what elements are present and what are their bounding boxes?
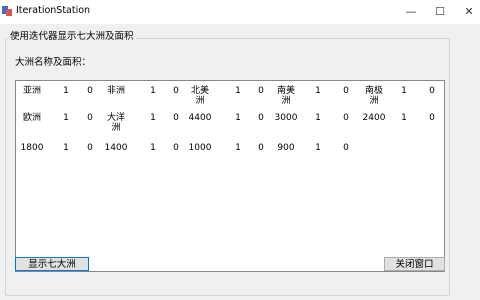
output-cell: 1 [235, 143, 241, 153]
output-cell: 1 [150, 113, 156, 123]
maximize-button[interactable]: ☐ [424, 0, 456, 24]
group-title: 使用迭代器显示七大洲及面积 [8, 28, 136, 42]
close-button[interactable]: 关闭窗口 [384, 257, 445, 271]
output-cell: 0 [87, 113, 93, 123]
output-cell: 0 [343, 113, 349, 123]
close-window-button[interactable]: ✕ [453, 0, 480, 24]
title-bar: IterationStation — ☐ ✕ [0, 0, 480, 24]
minimize-button[interactable]: — [395, 0, 427, 24]
output-listbox[interactable]: 亚洲 1 0 非洲 1 0 北美 洲 1 0 南美 洲 1 0 南极 洲 1 0 欧洲 1 0 大洋 洲 1 0 4400… [15, 80, 445, 272]
output-cell: 1800 [20, 143, 44, 153]
output-cell: 1400 [104, 143, 128, 153]
output-cell: 1 [235, 113, 241, 123]
output-cell: 1 [150, 86, 156, 96]
output-cell: 2400 [362, 113, 386, 123]
output-cell: 1 [401, 86, 407, 96]
continent-label: 大洲名称及面积： [15, 57, 92, 68]
output-cell: 1 [63, 86, 69, 96]
app-icon [2, 6, 12, 16]
output-cell: 0 [343, 86, 349, 96]
output-cell: 0 [87, 86, 93, 96]
output-cell: 南极 洲 [364, 86, 383, 106]
output-cell: 1 [235, 86, 241, 96]
output-cell: 大洋 洲 [106, 113, 125, 133]
output-cell: 1 [150, 143, 156, 153]
output-cell: 0 [258, 143, 264, 153]
show-continents-button[interactable]: 显示七大洲 [15, 257, 89, 271]
output-cell: 1 [315, 113, 321, 123]
output-cell: 0 [87, 143, 93, 153]
output-cell: 1 [401, 113, 407, 123]
output-cell: 4400 [188, 113, 212, 123]
output-cell: 1000 [188, 143, 212, 153]
output-cell: 1 [63, 143, 69, 153]
window-title: IterationStation [16, 5, 91, 16]
output-cell: 0 [258, 113, 264, 123]
output-cell: 欧洲 [22, 113, 41, 123]
output-cell: 南美 洲 [276, 86, 295, 106]
output-cell: 0 [429, 113, 435, 123]
output-cell: 0 [258, 86, 264, 96]
output-cell: 0 [343, 143, 349, 153]
output-cell: 3000 [274, 113, 298, 123]
output-cell: 900 [277, 143, 295, 153]
output-cell: 北美 洲 [190, 86, 209, 106]
output-cell: 1 [315, 86, 321, 96]
output-cell: 1 [315, 143, 321, 153]
output-cell: 1 [63, 113, 69, 123]
output-cell: 亚洲 [22, 86, 41, 96]
client-area: 使用迭代器显示七大洲及面积 大洲名称及面积： 亚洲 1 0 非洲 1 0 北美 洲 1 0 南美 … [0, 24, 480, 300]
output-cell: 非洲 [106, 86, 125, 96]
output-cell: 0 [429, 86, 435, 96]
